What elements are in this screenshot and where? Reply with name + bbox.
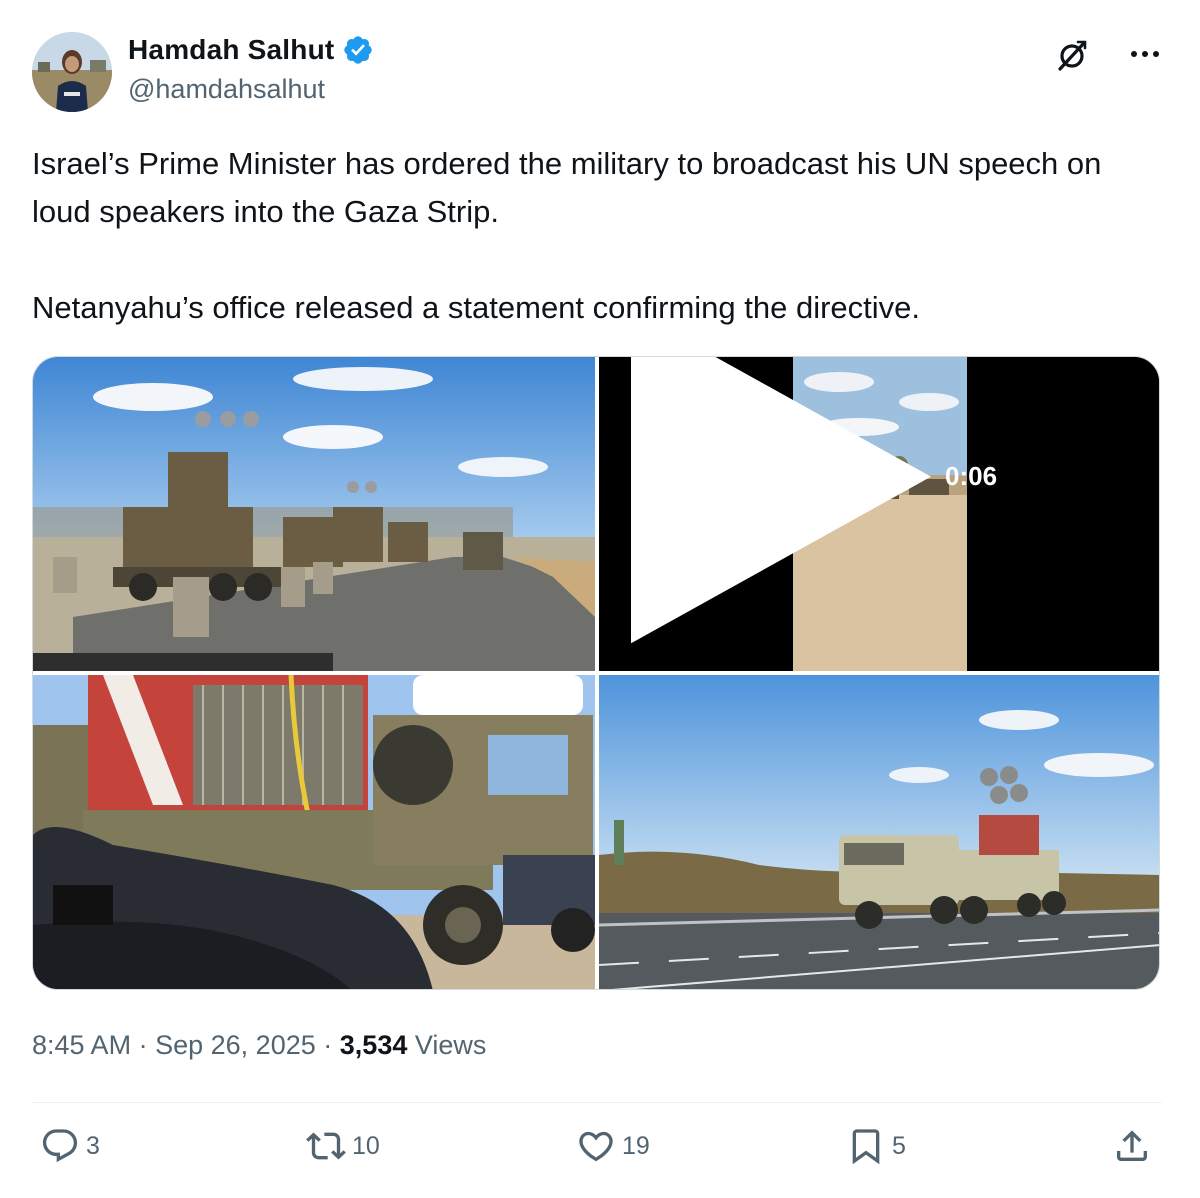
like-button[interactable]: 19 [576, 1126, 650, 1166]
tweet-metadata: 8:45 AM · Sep 26, 2025 · 3,534 Views [32, 1030, 486, 1061]
media-photo-truck-highway[interactable] [599, 675, 1159, 989]
meta-separator: · [138, 1030, 148, 1060]
verified-badge-icon[interactable] [342, 34, 374, 66]
bookmark-icon [852, 1129, 880, 1165]
divider [32, 1102, 1162, 1103]
reply-count: 3 [86, 1131, 100, 1160]
share-icon [1117, 1130, 1147, 1161]
media-photo-truck-closeup[interactable] [33, 675, 595, 989]
tweet-paragraph-1: Israel’s Prime Minister has ordered the … [32, 146, 1102, 229]
share-button[interactable] [1112, 1126, 1152, 1166]
author-display-name[interactable]: Hamdah Salhut [128, 34, 334, 66]
tweet-text: Israel’s Prime Minister has ordered the … [32, 140, 1162, 332]
author-handle[interactable]: @hamdahsalhut [128, 74, 374, 105]
video-duration: 0:06 [944, 460, 998, 491]
tweet-date[interactable]: Sep 26, 2025 [155, 1030, 316, 1060]
tweet-paragraph-2: Netanyahu’s office released a statement … [32, 290, 921, 325]
repost-count: 10 [352, 1131, 380, 1160]
tweet-time[interactable]: 8:45 AM [32, 1030, 131, 1060]
bookmark-count: 5 [892, 1131, 906, 1160]
meta-separator-2: · [323, 1030, 333, 1060]
avatar-image [32, 32, 112, 112]
bookmark-button[interactable]: 5 [846, 1126, 906, 1166]
repost-button[interactable]: 10 [306, 1126, 380, 1166]
heart-icon [579, 1131, 613, 1162]
tweet-actions: 3 10 19 5 [32, 1126, 1162, 1182]
repost-icon [306, 1132, 346, 1160]
reply-button[interactable]: 3 [40, 1126, 100, 1166]
play-icon[interactable] [631, 357, 931, 643]
views-count: 3,534 [339, 1030, 408, 1060]
tweet-header: Hamdah Salhut @hamdahsalhut [32, 30, 1164, 114]
more-options-icon[interactable] [1128, 44, 1162, 64]
views-label: Views [414, 1030, 487, 1060]
video-duration-badge: 0:06 [631, 357, 997, 643]
grok-icon[interactable] [1054, 38, 1090, 74]
media-video[interactable]: 0:06 [599, 357, 1159, 671]
media-grid: 0:06 [32, 356, 1160, 990]
media-photo-convoy-road[interactable] [33, 357, 595, 671]
like-count: 19 [622, 1131, 650, 1160]
avatar[interactable] [32, 32, 112, 112]
reply-icon [42, 1129, 78, 1163]
